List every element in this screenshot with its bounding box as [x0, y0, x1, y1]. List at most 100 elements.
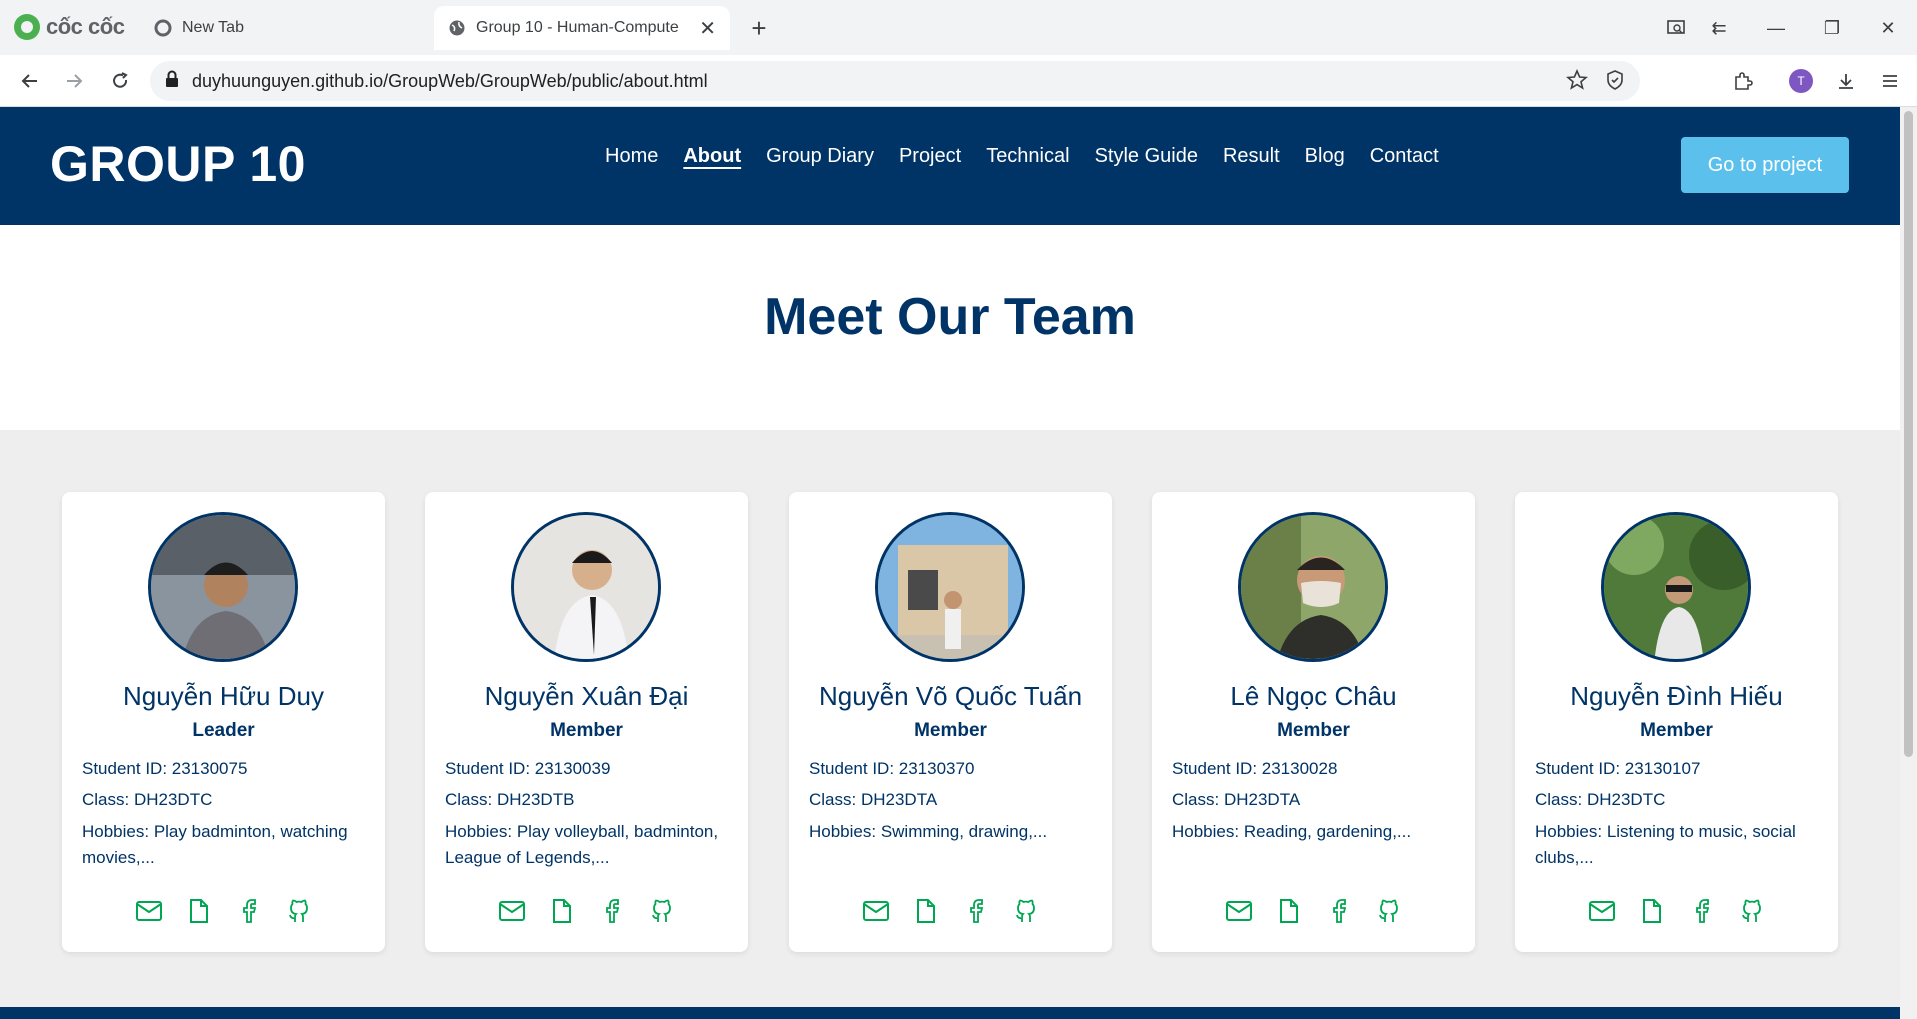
email-icon[interactable]: [1588, 897, 1616, 925]
minimize-icon[interactable]: —: [1760, 12, 1792, 44]
browser-brand: cốc cốc: [14, 12, 125, 42]
scrollbar-thumb[interactable]: [1904, 111, 1913, 757]
social-links: [789, 897, 1112, 925]
email-icon[interactable]: [498, 897, 526, 925]
shield-icon[interactable]: [1604, 69, 1626, 96]
github-icon[interactable]: [1012, 897, 1040, 925]
member-card: Nguyễn Hữu Duy Leader Student ID: 231300…: [62, 492, 385, 952]
member-name: Nguyễn Xuân Đại: [484, 681, 689, 711]
screen-search-icon[interactable]: [1660, 12, 1692, 44]
member-role: Member: [1277, 720, 1350, 741]
page-scrollbar[interactable]: [1900, 107, 1917, 1019]
email-icon[interactable]: [1225, 897, 1253, 925]
member-name: Nguyễn Võ Quốc Tuấn: [818, 681, 1083, 711]
nav-blog[interactable]: Blog: [1305, 145, 1345, 168]
nav-technical[interactable]: Technical: [986, 145, 1069, 168]
member-photo: [148, 512, 298, 662]
nav-project[interactable]: Project: [899, 145, 961, 168]
nav-result[interactable]: Result: [1223, 145, 1280, 168]
member-hobbies: Hobbies: Reading, gardening,...: [1172, 822, 1412, 841]
restore-icon[interactable]: ❐: [1816, 12, 1848, 44]
github-icon[interactable]: [1375, 897, 1403, 925]
footer: [0, 1007, 1900, 1019]
member-student-id: Student ID: 23130028: [1172, 759, 1338, 778]
member-photo: [1601, 512, 1751, 662]
profile-avatar[interactable]: T: [1785, 65, 1817, 97]
document-icon[interactable]: [912, 897, 940, 925]
email-icon[interactable]: [862, 897, 890, 925]
member-student-id: Student ID: 23130107: [1535, 759, 1701, 778]
nav-about[interactable]: About: [683, 145, 741, 168]
globe-icon: [448, 19, 466, 37]
sidebar-toggle-icon[interactable]: ⇇: [1703, 12, 1735, 44]
member-photo: [1238, 512, 1388, 662]
member-hobbies: Hobbies: Play badminton, watching movies…: [82, 822, 348, 867]
reload-icon[interactable]: [104, 65, 136, 97]
browser-tabbar: cốc cốc New Tab Group 10 - Human-Compute…: [0, 0, 1917, 55]
nav-group-diary[interactable]: Group Diary: [766, 145, 874, 168]
member-name: Nguyễn Hữu Duy: [123, 681, 324, 711]
site-logo[interactable]: GROUP 10: [50, 135, 306, 193]
member-student-id: Student ID: 23130075: [82, 759, 248, 778]
nav-contact[interactable]: Contact: [1370, 145, 1439, 168]
document-icon[interactable]: [1275, 897, 1303, 925]
extensions-puzzle-icon[interactable]: [1727, 65, 1759, 97]
member-card: Nguyễn Võ Quốc Tuấn Member Student ID: 2…: [789, 492, 1112, 952]
profile-initial: T: [1789, 69, 1813, 93]
coccoc-tab-icon: [154, 19, 172, 37]
new-tab-button[interactable]: +: [745, 13, 773, 43]
facebook-icon[interactable]: [235, 897, 263, 925]
tab-group10[interactable]: Group 10 - Human-Compute ✕: [434, 6, 730, 50]
download-icon[interactable]: [1830, 65, 1862, 97]
member-hobbies: Hobbies: Listening to music, social club…: [1535, 822, 1796, 867]
site-header: GROUP 10 Home About Group Diary Project …: [0, 107, 1900, 225]
member-name: Nguyễn Đình Hiếu: [1570, 681, 1783, 711]
document-icon[interactable]: [185, 897, 213, 925]
menu-icon[interactable]: [1874, 65, 1906, 97]
member-class: Class: DH23DTC: [1535, 790, 1666, 809]
document-icon[interactable]: [548, 897, 576, 925]
social-links: [425, 897, 748, 925]
tab-new-tab[interactable]: New Tab: [140, 6, 410, 50]
member-photo: [875, 512, 1025, 662]
page-title: Meet Our Team: [764, 288, 1136, 346]
bookmark-star-icon[interactable]: [1566, 68, 1588, 96]
member-role: Member: [1640, 720, 1713, 741]
browser-brand-text: cốc cốc: [46, 14, 125, 39]
member-student-id: Student ID: 23130039: [445, 759, 611, 778]
tab-title: New Tab: [182, 19, 244, 36]
github-icon[interactable]: [1738, 897, 1766, 925]
github-icon[interactable]: [285, 897, 313, 925]
social-links: [1152, 897, 1475, 925]
hero-section: Meet Our Team: [0, 225, 1900, 430]
browser-toolbar: duyhuunguyen.github.io/GroupWeb/GroupWeb…: [0, 55, 1917, 107]
facebook-icon[interactable]: [1688, 897, 1716, 925]
social-links: [1515, 897, 1838, 925]
nav-home[interactable]: Home: [605, 145, 658, 168]
member-class: Class: DH23DTA: [1172, 790, 1301, 809]
member-class: Class: DH23DTC: [82, 790, 213, 809]
forward-arrow-icon[interactable]: [58, 65, 90, 97]
member-card: Nguyễn Đình Hiếu Member Student ID: 2313…: [1515, 492, 1838, 952]
address-bar[interactable]: duyhuunguyen.github.io/GroupWeb/GroupWeb…: [150, 61, 1640, 101]
facebook-icon[interactable]: [1325, 897, 1353, 925]
go-to-project-button[interactable]: Go to project: [1681, 137, 1849, 193]
member-role: Member: [914, 720, 987, 741]
member-student-id: Student ID: 23130370: [809, 759, 975, 778]
close-window-icon[interactable]: ✕: [1872, 12, 1904, 44]
member-name: Lê Ngọc Châu: [1230, 681, 1397, 711]
url-text: duyhuunguyen.github.io/GroupWeb/GroupWeb…: [192, 70, 708, 91]
tab-title: Group 10 - Human-Compute: [476, 19, 679, 36]
member-card: Lê Ngọc Châu Member Student ID: 23130028…: [1152, 492, 1475, 952]
document-icon[interactable]: [1638, 897, 1666, 925]
facebook-icon[interactable]: [962, 897, 990, 925]
email-icon[interactable]: [135, 897, 163, 925]
back-arrow-icon[interactable]: [14, 65, 46, 97]
github-icon[interactable]: [648, 897, 676, 925]
member-hobbies: Hobbies: Play volleyball, badminton, Lea…: [445, 822, 719, 867]
facebook-icon[interactable]: [598, 897, 626, 925]
team-section: Nguyễn Hữu Duy Leader Student ID: 231300…: [0, 430, 1900, 1010]
nav-style-guide[interactable]: Style Guide: [1095, 145, 1198, 168]
close-tab-icon[interactable]: ✕: [699, 16, 716, 41]
member-card: Nguyễn Xuân Đại Member Student ID: 23130…: [425, 492, 748, 952]
